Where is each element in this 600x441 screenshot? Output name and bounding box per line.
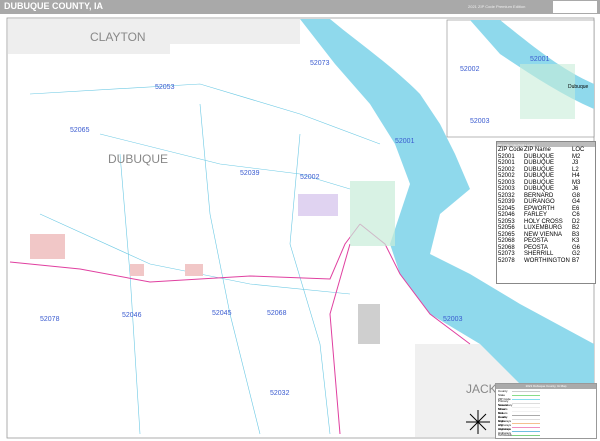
zip-label: 52032 xyxy=(270,390,290,397)
legend-swatch xyxy=(512,422,540,424)
asbury-city xyxy=(298,194,338,216)
zip-label: 52039 xyxy=(240,170,260,177)
zip-label: 52001 xyxy=(395,138,415,145)
legend-swatch xyxy=(512,398,540,400)
legend-swatch xyxy=(512,418,540,420)
legend-swatch xyxy=(512,394,540,396)
zip-label: 52078 xyxy=(40,316,60,323)
zip-label: 52045 xyxy=(212,310,232,317)
zip-label: 52053 xyxy=(155,84,175,91)
legend-swatch xyxy=(512,406,540,408)
county-label-clayton: CLAYTON xyxy=(90,30,146,44)
zip-label: 52068 xyxy=(267,310,287,317)
table-cell: 52078 xyxy=(498,257,515,264)
zip-label: 52002 xyxy=(300,174,320,181)
inset-city xyxy=(520,64,575,119)
zip-label: 52046 xyxy=(122,312,142,319)
legend-swatch xyxy=(512,390,540,392)
inset-zip-label: 52001 xyxy=(530,56,550,63)
legend-label: Toll Roads xyxy=(498,433,513,437)
county-label-dubuque: DUBUQUE xyxy=(108,152,169,166)
map-legend: 2021 Dubuque County, IA Map County State Z… xyxy=(495,383,597,439)
farley-city xyxy=(130,264,144,276)
zip-label: 52003 xyxy=(443,316,463,323)
legend-swatch xyxy=(512,430,540,432)
legend-swatch xyxy=(512,410,540,412)
legend-swatch xyxy=(512,434,540,436)
edition-label: 2021 ZIP Code Premium Edition xyxy=(468,4,526,9)
epworth-city xyxy=(185,264,203,276)
zip-label: 52073 xyxy=(310,60,330,67)
table-row: 52078 WORTHINGTON B7 xyxy=(497,258,595,265)
marketmaps-logo xyxy=(553,1,597,13)
inset-zip-label: 52003 xyxy=(470,118,490,125)
map-title: DUBUQUE COUNTY, IA xyxy=(4,1,104,11)
zip-index-table: ZIP Code Index/Grid Locator ZIP Code ZIP… xyxy=(496,141,596,284)
dubuque-city-area xyxy=(350,181,395,246)
legend-swatch xyxy=(512,402,540,404)
inset-zip-label: 52002 xyxy=(460,66,480,73)
county-label-jackson: JACK xyxy=(466,382,497,396)
table-cell: WORTHINGTON xyxy=(524,257,570,264)
inset-city-label: Dubuque xyxy=(568,84,589,90)
legend-swatch xyxy=(512,414,540,416)
table-cell: B7 xyxy=(572,257,580,264)
zip-label: 52065 xyxy=(70,127,90,134)
legend-swatch xyxy=(512,426,540,428)
airport-area xyxy=(358,304,380,344)
legend-item: Toll Roads xyxy=(496,433,596,437)
header-bar: DUBUQUE COUNTY, IA 2021 ZIP Code Premium… xyxy=(0,0,600,14)
dyersville-city xyxy=(30,234,65,259)
